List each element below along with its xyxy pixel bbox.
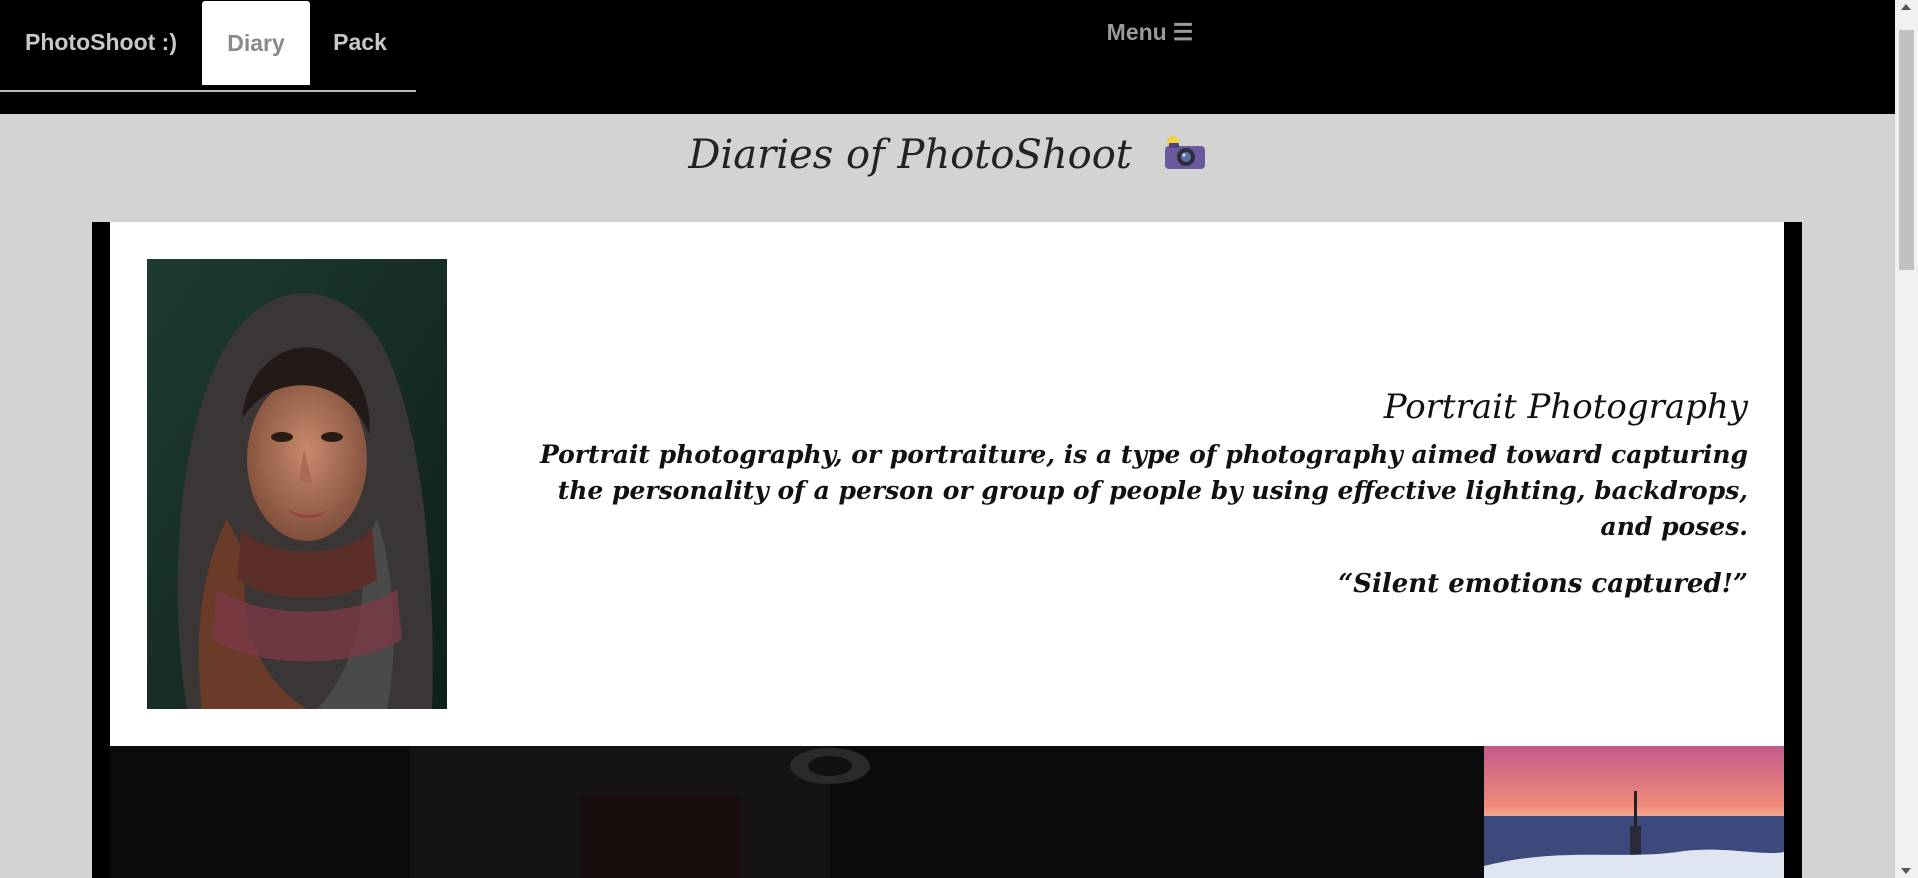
hamburger-icon: ☰ [1172,18,1194,45]
brand-link[interactable]: PhotoShoot :) [0,0,202,84]
portrait-photo [147,259,447,709]
top-navigation-bar: PhotoShoot :) Diary Pack Menu ☰ [0,0,1895,114]
menu-label: Menu [1106,18,1167,45]
page-scrollbar[interactable] [1895,0,1918,878]
page-title: Diaries of PhotoShoot [0,132,1895,181]
card-text: Portrait Photography Portrait photograph… [540,387,1748,599]
page-title-text: Diaries of PhotoShoot [688,132,1132,178]
camera-icon [1163,135,1207,181]
nav-tabs: PhotoShoot :) Diary Pack [0,0,416,92]
city-skyline-photo [1484,746,1784,878]
scroll-down-arrow-icon[interactable] [1901,868,1911,874]
card-heading: Portrait Photography [1383,387,1748,427]
dark-photo-strip [110,746,1484,878]
scroll-up-arrow-icon[interactable] [1901,4,1911,10]
card-quote: “Silent emotions captured!” [1338,569,1748,599]
scrollbar-thumb[interactable] [1899,30,1914,270]
menu-button[interactable]: Menu ☰ [1085,14,1215,50]
tab-pack[interactable]: Pack [310,0,410,84]
tab-diary[interactable]: Diary [202,1,310,85]
card-body: Portrait photography, or portraiture, is… [540,440,1748,541]
